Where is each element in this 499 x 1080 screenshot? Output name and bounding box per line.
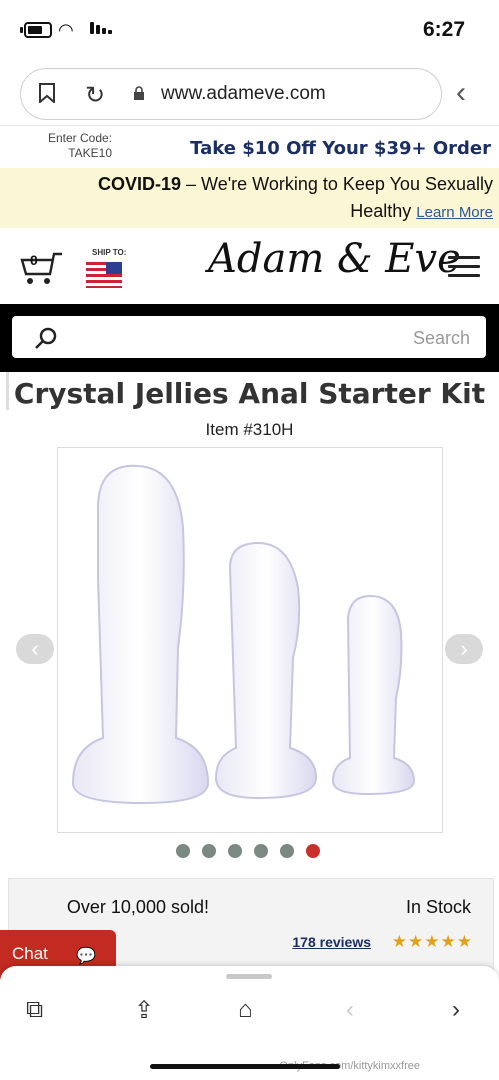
search-icon[interactable] [34, 326, 58, 350]
home-indicator [150, 1064, 340, 1069]
back-chevron-icon[interactable]: ‹ [456, 76, 466, 110]
covid-text2: Healthy [350, 201, 417, 221]
covid-title: COVID-19 [98, 174, 182, 194]
covid-line2: Healthy Learn More [350, 201, 493, 222]
lock-icon [134, 86, 144, 100]
search-placeholder: Search [412, 328, 470, 348]
site-header: 0 SHIP TO: Adam & Eve [0, 228, 499, 304]
clock: 6:27 [422, 18, 465, 41]
site-logo[interactable]: Adam & Eve [208, 236, 461, 282]
learn-more-link[interactable]: Learn More [416, 204, 493, 221]
carousel-prev-button[interactable]: ‹ [16, 634, 54, 664]
us-flag-icon[interactable] [86, 262, 122, 288]
covid-banner: COVID-19 – We're Working to Keep You Sex… [0, 168, 499, 228]
search-bar: Search [0, 304, 499, 372]
cart-icon[interactable] [20, 248, 64, 288]
carousel-dots [176, 844, 320, 858]
carousel-dot[interactable] [306, 844, 320, 858]
search-input[interactable]: Search [12, 316, 486, 358]
promo-code: Enter Code: TAKE10 [48, 131, 112, 161]
logo-text: Adam & Eve [208, 236, 461, 282]
browser-url-row: ↻ www.adameve.com ‹ [0, 60, 499, 126]
carousel-dot[interactable] [254, 844, 268, 858]
forward-icon[interactable]: ‹ [346, 996, 354, 1024]
covid-line1: COVID-19 – We're Working to Keep You Sex… [98, 174, 493, 195]
status-bar: ◠ 6:27 [0, 0, 499, 60]
divider [0, 125, 499, 126]
carousel-dot[interactable] [280, 844, 294, 858]
rating-stars: ★★★★★ [391, 932, 473, 951]
stock-status: In Stock [405, 897, 471, 917]
ship-to-label: SHIP TO: [92, 248, 127, 257]
product-title: Crystal Jellies Anal Starter Kit [13, 377, 486, 410]
menu-icon[interactable] [448, 256, 480, 283]
chat-label: Chat [12, 944, 48, 963]
product-image-drawing [71, 464, 416, 805]
wifi-icon: ◠ [58, 20, 74, 40]
promo-code-value: TAKE10 [68, 146, 113, 160]
product-image[interactable] [57, 447, 443, 833]
home-icon[interactable]: ⌂ [238, 996, 253, 1024]
carousel-dot[interactable] [228, 844, 242, 858]
grabber-handle[interactable] [226, 974, 272, 979]
reload-icon[interactable]: ↻ [85, 81, 105, 110]
signal-icon [90, 22, 112, 34]
carousel-dot[interactable] [202, 844, 216, 858]
share-icon[interactable]: ⇪ [134, 996, 154, 1025]
carousel-next-button[interactable]: › [445, 634, 483, 664]
tabs-icon[interactable]: ⧉ [26, 996, 43, 1024]
address-bar[interactable]: ↻ www.adameve.com [20, 68, 442, 120]
cart-count: 0 [30, 252, 38, 268]
promo-banner[interactable]: Enter Code: TAKE10 Take $10 Off Your $39… [0, 128, 499, 168]
promo-code-label: Enter Code: [48, 131, 113, 145]
url-text: www.adameve.com [161, 83, 326, 104]
chat-bubble-icon: 💬 [76, 948, 96, 965]
battery-icon [20, 22, 52, 38]
carousel-dot[interactable] [176, 844, 190, 858]
back-icon[interactable]: › [452, 996, 460, 1024]
promo-text: Take $10 Off Your $39+ Order [190, 138, 491, 159]
reviews-link[interactable]: 178 reviews [292, 934, 371, 950]
item-number: Item #310H [205, 420, 294, 439]
covid-text: – We're Working to Keep You Sexually [181, 174, 493, 194]
sold-count: Over 10,000 sold! [66, 897, 209, 917]
bookmark-icon[interactable] [39, 83, 55, 103]
